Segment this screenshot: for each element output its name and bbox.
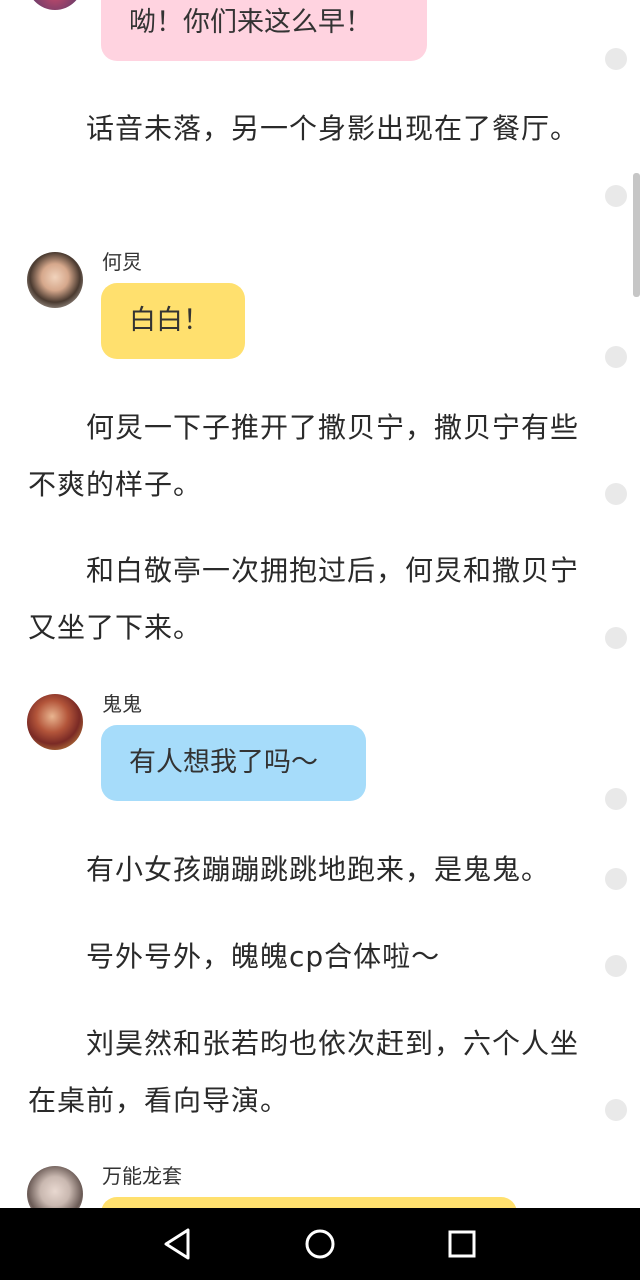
avatar-hejiong[interactable] xyxy=(27,252,83,308)
comment-dot-icon[interactable] xyxy=(605,483,627,505)
chat-bubble-top: 呦！你们来这么早！ xyxy=(101,0,427,61)
comment-dot-icon[interactable] xyxy=(605,868,627,890)
comment-dot-icon[interactable] xyxy=(605,48,627,70)
comment-dot-icon[interactable] xyxy=(605,955,627,977)
chat-bubble: 有人想我了吗～ xyxy=(101,725,366,801)
back-triangle-icon[interactable] xyxy=(154,1220,202,1268)
story-paragraph: 有小女孩蹦蹦跳跳地跑来，是鬼鬼。 xyxy=(86,853,551,886)
avatar-guigui[interactable] xyxy=(27,694,83,750)
comment-dot-icon[interactable] xyxy=(605,627,627,649)
comment-dot-icon[interactable] xyxy=(605,788,627,810)
comment-dot-icon[interactable] xyxy=(605,185,627,207)
speaker-name: 鬼鬼 xyxy=(102,692,142,716)
story-paragraph: 号外号外，魄魄cp合体啦～ xyxy=(86,940,441,973)
recents-square-icon[interactable] xyxy=(438,1220,486,1268)
comment-dot-icon[interactable] xyxy=(605,1099,627,1121)
speaker-name: 何炅 xyxy=(102,250,142,274)
scrollbar-thumb[interactable] xyxy=(633,173,640,297)
story-paragraph: 何炅一下子推开了撒贝宁，撒贝宁有些不爽的样子。 xyxy=(28,411,580,501)
avatar-top[interactable] xyxy=(27,0,83,10)
chat-bubble-text: 白白！ xyxy=(129,305,210,336)
home-circle-icon[interactable] xyxy=(296,1220,344,1268)
system-navigation-bar xyxy=(0,1208,640,1280)
story-paragraph: 和白敬亭一次拥抱过后，何炅和撒贝宁又坐了下来。 xyxy=(28,554,580,644)
comment-dot-icon[interactable] xyxy=(605,346,627,368)
chat-bubble-text: 呦！你们来这么早！ xyxy=(129,7,372,38)
story-paragraph: 刘昊然和张若昀也依次赶到，六个人坐在桌前，看向导演。 xyxy=(28,1027,580,1117)
speaker-name: 万能龙套 xyxy=(102,1164,182,1188)
story-paragraph: 话音未落，另一个身影出现在了餐厅。 xyxy=(86,112,580,145)
chat-bubble-text: 有人想我了吗～ xyxy=(129,747,318,778)
chat-bubble: 白白！ xyxy=(101,283,245,359)
